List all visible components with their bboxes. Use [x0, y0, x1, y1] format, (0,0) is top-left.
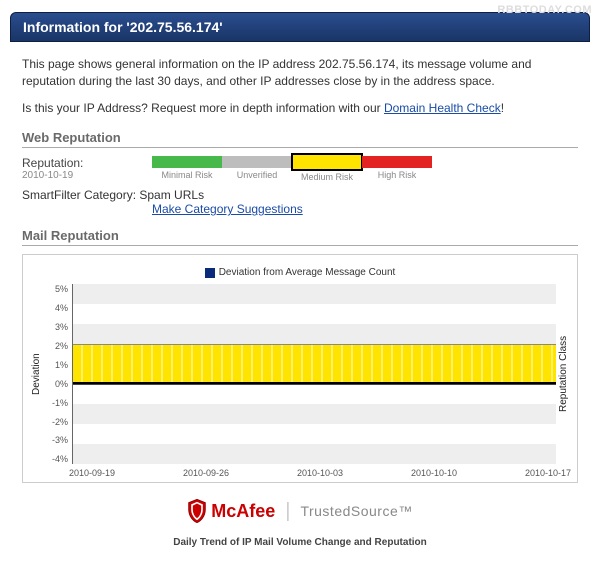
y-tick: 4%: [44, 303, 68, 313]
intro-block: This page shows general information on t…: [22, 56, 578, 116]
y-tick: 5%: [44, 284, 68, 294]
reputation-date: 2010-10-19: [22, 170, 152, 181]
make-category-suggestions-link[interactable]: Make Category Suggestions: [152, 202, 578, 216]
mcafee-badge: McAfee: [187, 499, 275, 523]
y-axis-ticks: 5% 4% 3% 2% 1% 0% -1% -2% -3% -4%: [44, 284, 72, 464]
reputation-row: Reputation: 2010-10-19 Minimal Risk Unve…: [22, 156, 578, 182]
web-reputation-title: Web Reputation: [22, 130, 578, 148]
grid-band: [73, 404, 556, 424]
chart-caption: Daily Trend of IP Mail Volume Change and…: [22, 531, 578, 554]
smartfilter-label: SmartFilter Category:: [22, 188, 136, 202]
grid-band: [73, 444, 556, 464]
risk-seg-high: High Risk: [362, 156, 432, 180]
domain-health-check-link[interactable]: Domain Health Check: [384, 101, 501, 115]
x-tick: 2010-10-03: [297, 468, 343, 478]
shield-icon: [187, 499, 207, 523]
x-tick: 2010-09-19: [69, 468, 115, 478]
smartfilter-value: Spam URLs: [139, 188, 204, 202]
y-tick: -4%: [44, 454, 68, 464]
intro-paragraph-1: This page shows general information on t…: [22, 56, 578, 90]
y-tick: 3%: [44, 322, 68, 332]
content-area: This page shows general information on t…: [0, 42, 600, 554]
trustedsource-text: TrustedSource™: [300, 503, 412, 519]
risk-seg-medium-label: Medium Risk: [292, 172, 362, 182]
panel-title: Information for '202.75.56.174': [23, 19, 223, 35]
risk-seg-high-label: High Risk: [362, 170, 432, 180]
watermark-text: RBBTODAY.COM: [497, 4, 592, 16]
intro-paragraph-2: Is this your IP Address? Request more in…: [22, 100, 578, 117]
risk-seg-minimal-label: Minimal Risk: [152, 170, 222, 180]
plot-area: [72, 284, 556, 464]
y-axis-label-left: Deviation: [29, 284, 44, 464]
x-axis-ticks: 2010-09-19 2010-09-26 2010-10-03 2010-10…: [29, 464, 571, 478]
risk-seg-unverified: Unverified: [222, 156, 292, 180]
risk-seg-medium: Medium Risk: [292, 156, 362, 182]
y-tick: -1%: [44, 398, 68, 408]
reputation-label-col: Reputation: 2010-10-19: [22, 156, 152, 181]
x-tick: 2010-10-10: [411, 468, 457, 478]
y-tick: 1%: [44, 360, 68, 370]
intro-p2-suffix: !: [501, 101, 504, 115]
y-tick: 2%: [44, 341, 68, 351]
risk-seg-high-bar: [362, 156, 432, 168]
panel-header: Information for '202.75.56.174': [10, 12, 590, 42]
intro-p2-prefix: Is this your IP Address? Request more in…: [22, 101, 384, 115]
reputation-label: Reputation:: [22, 156, 152, 170]
risk-seg-minimal: Minimal Risk: [152, 156, 222, 180]
zero-line: [73, 384, 556, 385]
y-tick: 0%: [44, 379, 68, 389]
legend-text: Deviation from Average Message Count: [219, 267, 396, 278]
grid-band: [73, 284, 556, 304]
legend-swatch-icon: [205, 268, 215, 278]
chart-legend: Deviation from Average Message Count: [29, 263, 571, 284]
smartfilter-row: SmartFilter Category: Spam URLs Make Cat…: [22, 188, 578, 216]
mcafee-text: McAfee: [211, 501, 275, 522]
x-tick: 2010-09-26: [183, 468, 229, 478]
y-tick: -2%: [44, 417, 68, 427]
plot-wrap: Deviation 5% 4% 3% 2% 1% 0% -1% -2% -3% …: [29, 284, 571, 464]
grid-band: [73, 324, 556, 344]
brand-footer: McAfee | TrustedSource™: [22, 493, 578, 531]
reputation-class-band: [73, 344, 556, 384]
x-tick: 2010-10-17: [525, 468, 571, 478]
risk-seg-unverified-bar: [222, 156, 292, 168]
y-axis-label-right: Reputation Class: [556, 284, 571, 464]
y-tick: -3%: [44, 435, 68, 445]
brand-divider: |: [285, 500, 290, 523]
risk-bar: Minimal Risk Unverified Medium Risk High…: [152, 156, 432, 182]
chart-container: Deviation from Average Message Count Dev…: [22, 254, 578, 483]
risk-seg-medium-bar: [292, 154, 362, 170]
risk-seg-minimal-bar: [152, 156, 222, 168]
risk-seg-unverified-label: Unverified: [222, 170, 292, 180]
mail-reputation-title: Mail Reputation: [22, 228, 578, 246]
